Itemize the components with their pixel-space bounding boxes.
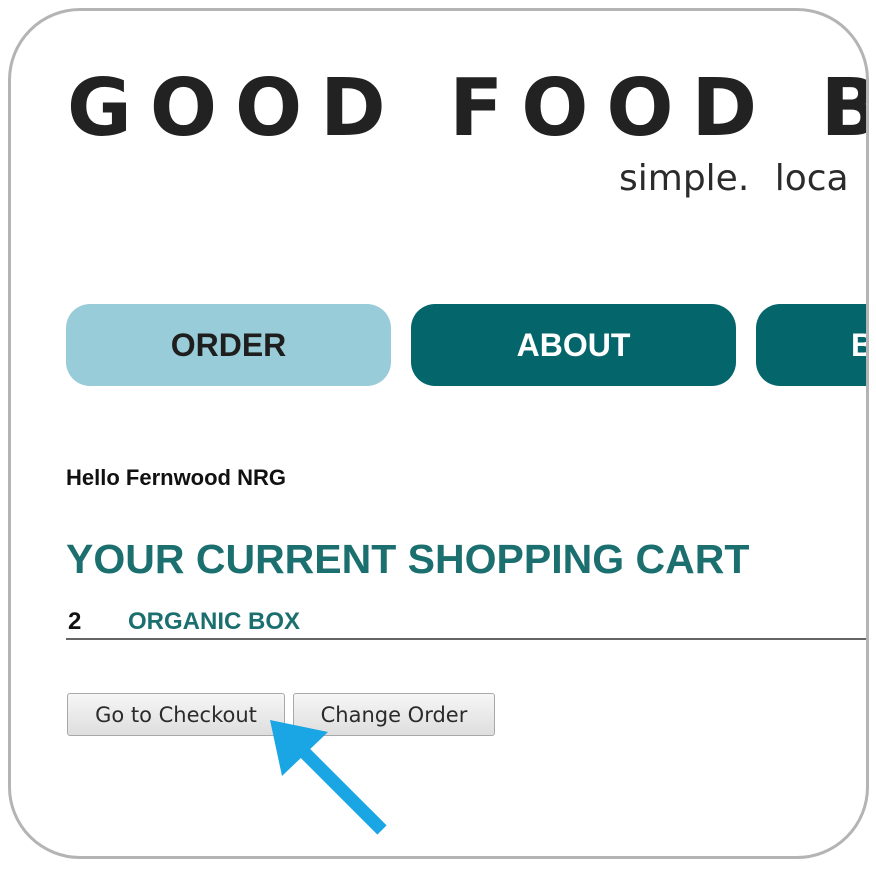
nav-third-button[interactable]: B xyxy=(756,304,866,386)
nav-about-button[interactable]: ABOUT xyxy=(411,304,736,386)
go-to-checkout-button[interactable]: Go to Checkout xyxy=(67,693,285,736)
nav-order-button[interactable]: ORDER xyxy=(66,304,391,386)
site-logo[interactable]: GOOD FOOD B xyxy=(67,69,866,148)
user-greeting: Hello Fernwood NRG xyxy=(66,465,286,490)
pointer-arrow-shaft xyxy=(295,743,387,835)
cart-title: YOUR CURRENT SHOPPING CART xyxy=(66,536,750,582)
cart-item-name: ORGANIC BOX xyxy=(128,608,301,635)
browser-frame: GOOD FOOD B simple. loca ORDER ABOUT B H… xyxy=(8,8,869,859)
cart-item-quantity: 2 xyxy=(68,608,82,635)
nav-third-label: B xyxy=(851,327,866,364)
nav-order-label: ORDER xyxy=(170,326,287,363)
cart-item-row: 2 ORGANIC BOX xyxy=(66,604,866,640)
nav-about-label: ABOUT xyxy=(516,326,631,363)
go-to-checkout-label: Go to Checkout xyxy=(95,702,257,727)
site-tagline: simple. loca xyxy=(619,158,849,199)
pointer-arrow-icon xyxy=(270,720,387,835)
